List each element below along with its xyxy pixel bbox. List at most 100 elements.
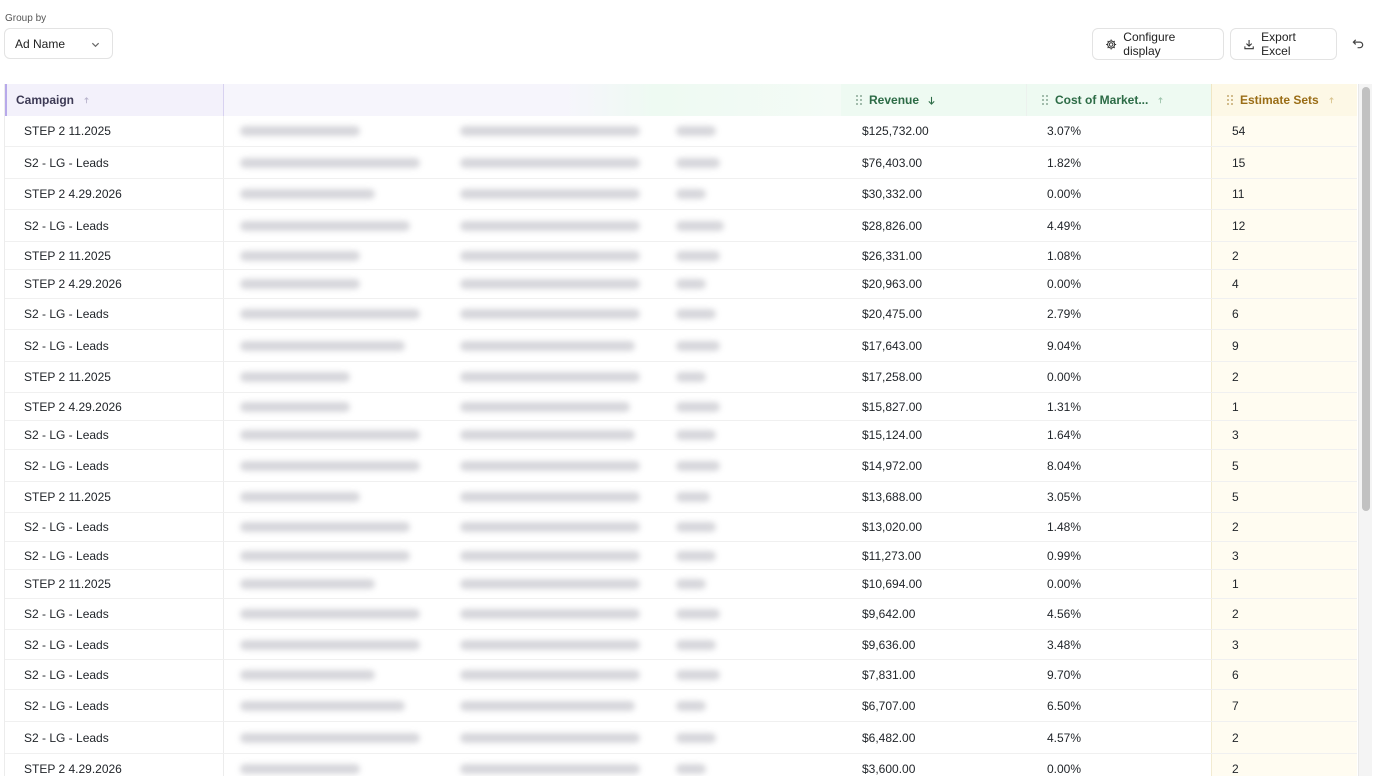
table-row[interactable]: S2 - LG - Leads $20,475.00 2.79% 6: [5, 299, 1357, 330]
redacted-text: [240, 126, 360, 136]
redacted-text: [240, 279, 360, 289]
export-excel-label: Export Excel: [1261, 30, 1296, 58]
campaign-cell: S2 - LG - Leads: [5, 330, 224, 361]
sort-descending-icon[interactable]: [927, 96, 936, 105]
cost-cell: 0.00%: [1047, 761, 1082, 776]
revenue-cell: $26,331.00: [862, 248, 923, 263]
scrollbar-thumb[interactable]: [1362, 87, 1370, 511]
table-row[interactable]: STEP 2 11.2025 $13,688.00 3.05% 5: [5, 482, 1357, 513]
table-row[interactable]: STEP 2 4.29.2026 $15,827.00 1.31% 1: [5, 393, 1357, 421]
table-row[interactable]: S2 - LG - Leads $28,826.00 4.49% 12: [5, 210, 1357, 242]
revenue-cell: $15,124.00: [862, 428, 923, 442]
redacted-text: [460, 763, 640, 774]
redacted-cells: [224, 630, 841, 659]
table-row[interactable]: S2 - LG - Leads $9,642.00 4.56% 2: [5, 599, 1357, 630]
estimate-sets-cell: 1: [1211, 570, 1357, 598]
estimate-sets-cell: 1: [1211, 393, 1357, 420]
cost-cell: 1.82%: [1047, 155, 1082, 170]
redacted-text: [460, 372, 640, 382]
cost-cell: 1.48%: [1047, 520, 1082, 534]
redacted-text: [676, 430, 716, 440]
table-row[interactable]: S2 - LG - Leads $17,643.00 9.04% 9: [5, 330, 1357, 362]
campaign-cell: S2 - LG - Leads: [5, 210, 224, 241]
group-by-select[interactable]: Ad Name: [4, 28, 113, 59]
undo-icon[interactable]: [1352, 37, 1365, 50]
table-row[interactable]: S2 - LG - Leads $14,972.00 8.04% 5: [5, 450, 1357, 482]
table-row[interactable]: STEP 2 11.2025 $26,331.00 1.08% 2: [5, 242, 1357, 270]
redacted-text: [240, 220, 410, 231]
revenue-cell: $14,972.00: [862, 458, 923, 473]
table-row[interactable]: S2 - LG - Leads $7,831.00 9.70% 6: [5, 660, 1357, 690]
sort-icon[interactable]: [1156, 96, 1165, 105]
export-excel-button[interactable]: Export Excel: [1230, 28, 1337, 60]
redacted-text: [460, 279, 640, 289]
table-row[interactable]: STEP 2 11.2025 $10,694.00 0.00% 1: [5, 570, 1357, 599]
revenue-cell: $76,403.00: [862, 155, 923, 170]
table-row[interactable]: S2 - LG - Leads $9,636.00 3.48% 3: [5, 630, 1357, 660]
campaign-cell: S2 - LG - Leads: [5, 299, 224, 329]
column-header-estimate-sets[interactable]: Estimate Sets: [1211, 84, 1357, 116]
redacted-text: [676, 763, 706, 774]
estimate-sets-cell: 2: [1211, 242, 1357, 269]
column-header-revenue[interactable]: Revenue: [841, 84, 1027, 116]
redacted-cells: [224, 270, 841, 298]
redacted-text: [676, 220, 724, 231]
drag-handle-icon[interactable]: [1226, 94, 1234, 106]
drag-handle-icon[interactable]: [1041, 94, 1049, 106]
drag-handle-icon[interactable]: [855, 94, 863, 106]
redacted-cells: [224, 362, 841, 392]
redacted-text: [676, 669, 720, 680]
cost-cell: 2.79%: [1047, 307, 1082, 321]
table-row[interactable]: S2 - LG - Leads $13,020.00 1.48% 2: [5, 513, 1357, 542]
column-header-cost-of-marketing[interactable]: Cost of Market...: [1027, 84, 1211, 116]
redacted-text: [240, 340, 405, 351]
sort-icon[interactable]: [82, 96, 91, 105]
data-table: Campaign Revenue Cost of Market... Estim…: [4, 84, 1357, 776]
table-row[interactable]: S2 - LG - Leads $11,273.00 0.99% 3: [5, 542, 1357, 570]
revenue-cell: $13,688.00: [862, 490, 923, 504]
revenue-cell: $20,963.00: [862, 277, 923, 291]
redacted-text: [676, 157, 720, 168]
campaign-cell: STEP 2 4.29.2026: [5, 393, 224, 420]
redacted-cells: [224, 722, 841, 753]
cost-cell: 3.07%: [1047, 124, 1082, 138]
redacted-text: [240, 157, 420, 168]
redacted-cells: [224, 450, 841, 481]
table-row[interactable]: S2 - LG - Leads $15,124.00 1.64% 3: [5, 421, 1357, 450]
cost-cell: 9.70%: [1047, 667, 1082, 682]
campaign-cell: S2 - LG - Leads: [5, 147, 224, 178]
redacted-text: [460, 157, 640, 168]
sort-icon[interactable]: [1327, 96, 1336, 105]
chevron-down-icon: [91, 42, 100, 48]
revenue-cell: $30,332.00: [862, 187, 923, 201]
table-row[interactable]: STEP 2 4.29.2026 $3,600.00 0.00% 2: [5, 754, 1357, 776]
redacted-text: [676, 492, 710, 502]
revenue-cell: $6,707.00: [862, 698, 916, 713]
column-header-campaign[interactable]: Campaign: [5, 84, 224, 116]
redacted-text: [676, 279, 706, 289]
table-row[interactable]: STEP 2 11.2025 $125,732.00 3.07% 54: [5, 116, 1357, 147]
revenue-cell: $6,482.00: [862, 730, 916, 745]
table-row[interactable]: S2 - LG - Leads $6,707.00 6.50% 7: [5, 690, 1357, 722]
redacted-text: [240, 579, 375, 589]
table-row[interactable]: STEP 2 11.2025 $17,258.00 0.00% 2: [5, 362, 1357, 393]
estimate-sets-cell: 9: [1211, 330, 1357, 361]
estimate-sets-cell: 3: [1211, 421, 1357, 449]
cost-cell: 0.99%: [1047, 548, 1082, 563]
gear-icon: [1106, 39, 1117, 49]
table-row[interactable]: S2 - LG - Leads $6,482.00 4.57% 2: [5, 722, 1357, 754]
table-row[interactable]: STEP 2 4.29.2026 $30,332.00 0.00% 11: [5, 179, 1357, 210]
redacted-text: [240, 700, 405, 711]
campaign-cell: S2 - LG - Leads: [5, 513, 224, 541]
revenue-cell: $3,600.00: [862, 761, 916, 776]
table-row[interactable]: STEP 2 4.29.2026 $20,963.00 0.00% 4: [5, 270, 1357, 299]
campaign-cell: S2 - LG - Leads: [5, 450, 224, 481]
cost-cell: 4.49%: [1047, 218, 1082, 233]
redacted-text: [240, 609, 420, 619]
redacted-text: [240, 372, 350, 382]
campaign-cell: STEP 2 4.29.2026: [5, 179, 224, 209]
vertical-scrollbar[interactable]: [1358, 84, 1372, 776]
configure-display-button[interactable]: Configure display: [1092, 28, 1224, 60]
table-row[interactable]: S2 - LG - Leads $76,403.00 1.82% 15: [5, 147, 1357, 179]
estimate-sets-cell: 6: [1211, 660, 1357, 689]
